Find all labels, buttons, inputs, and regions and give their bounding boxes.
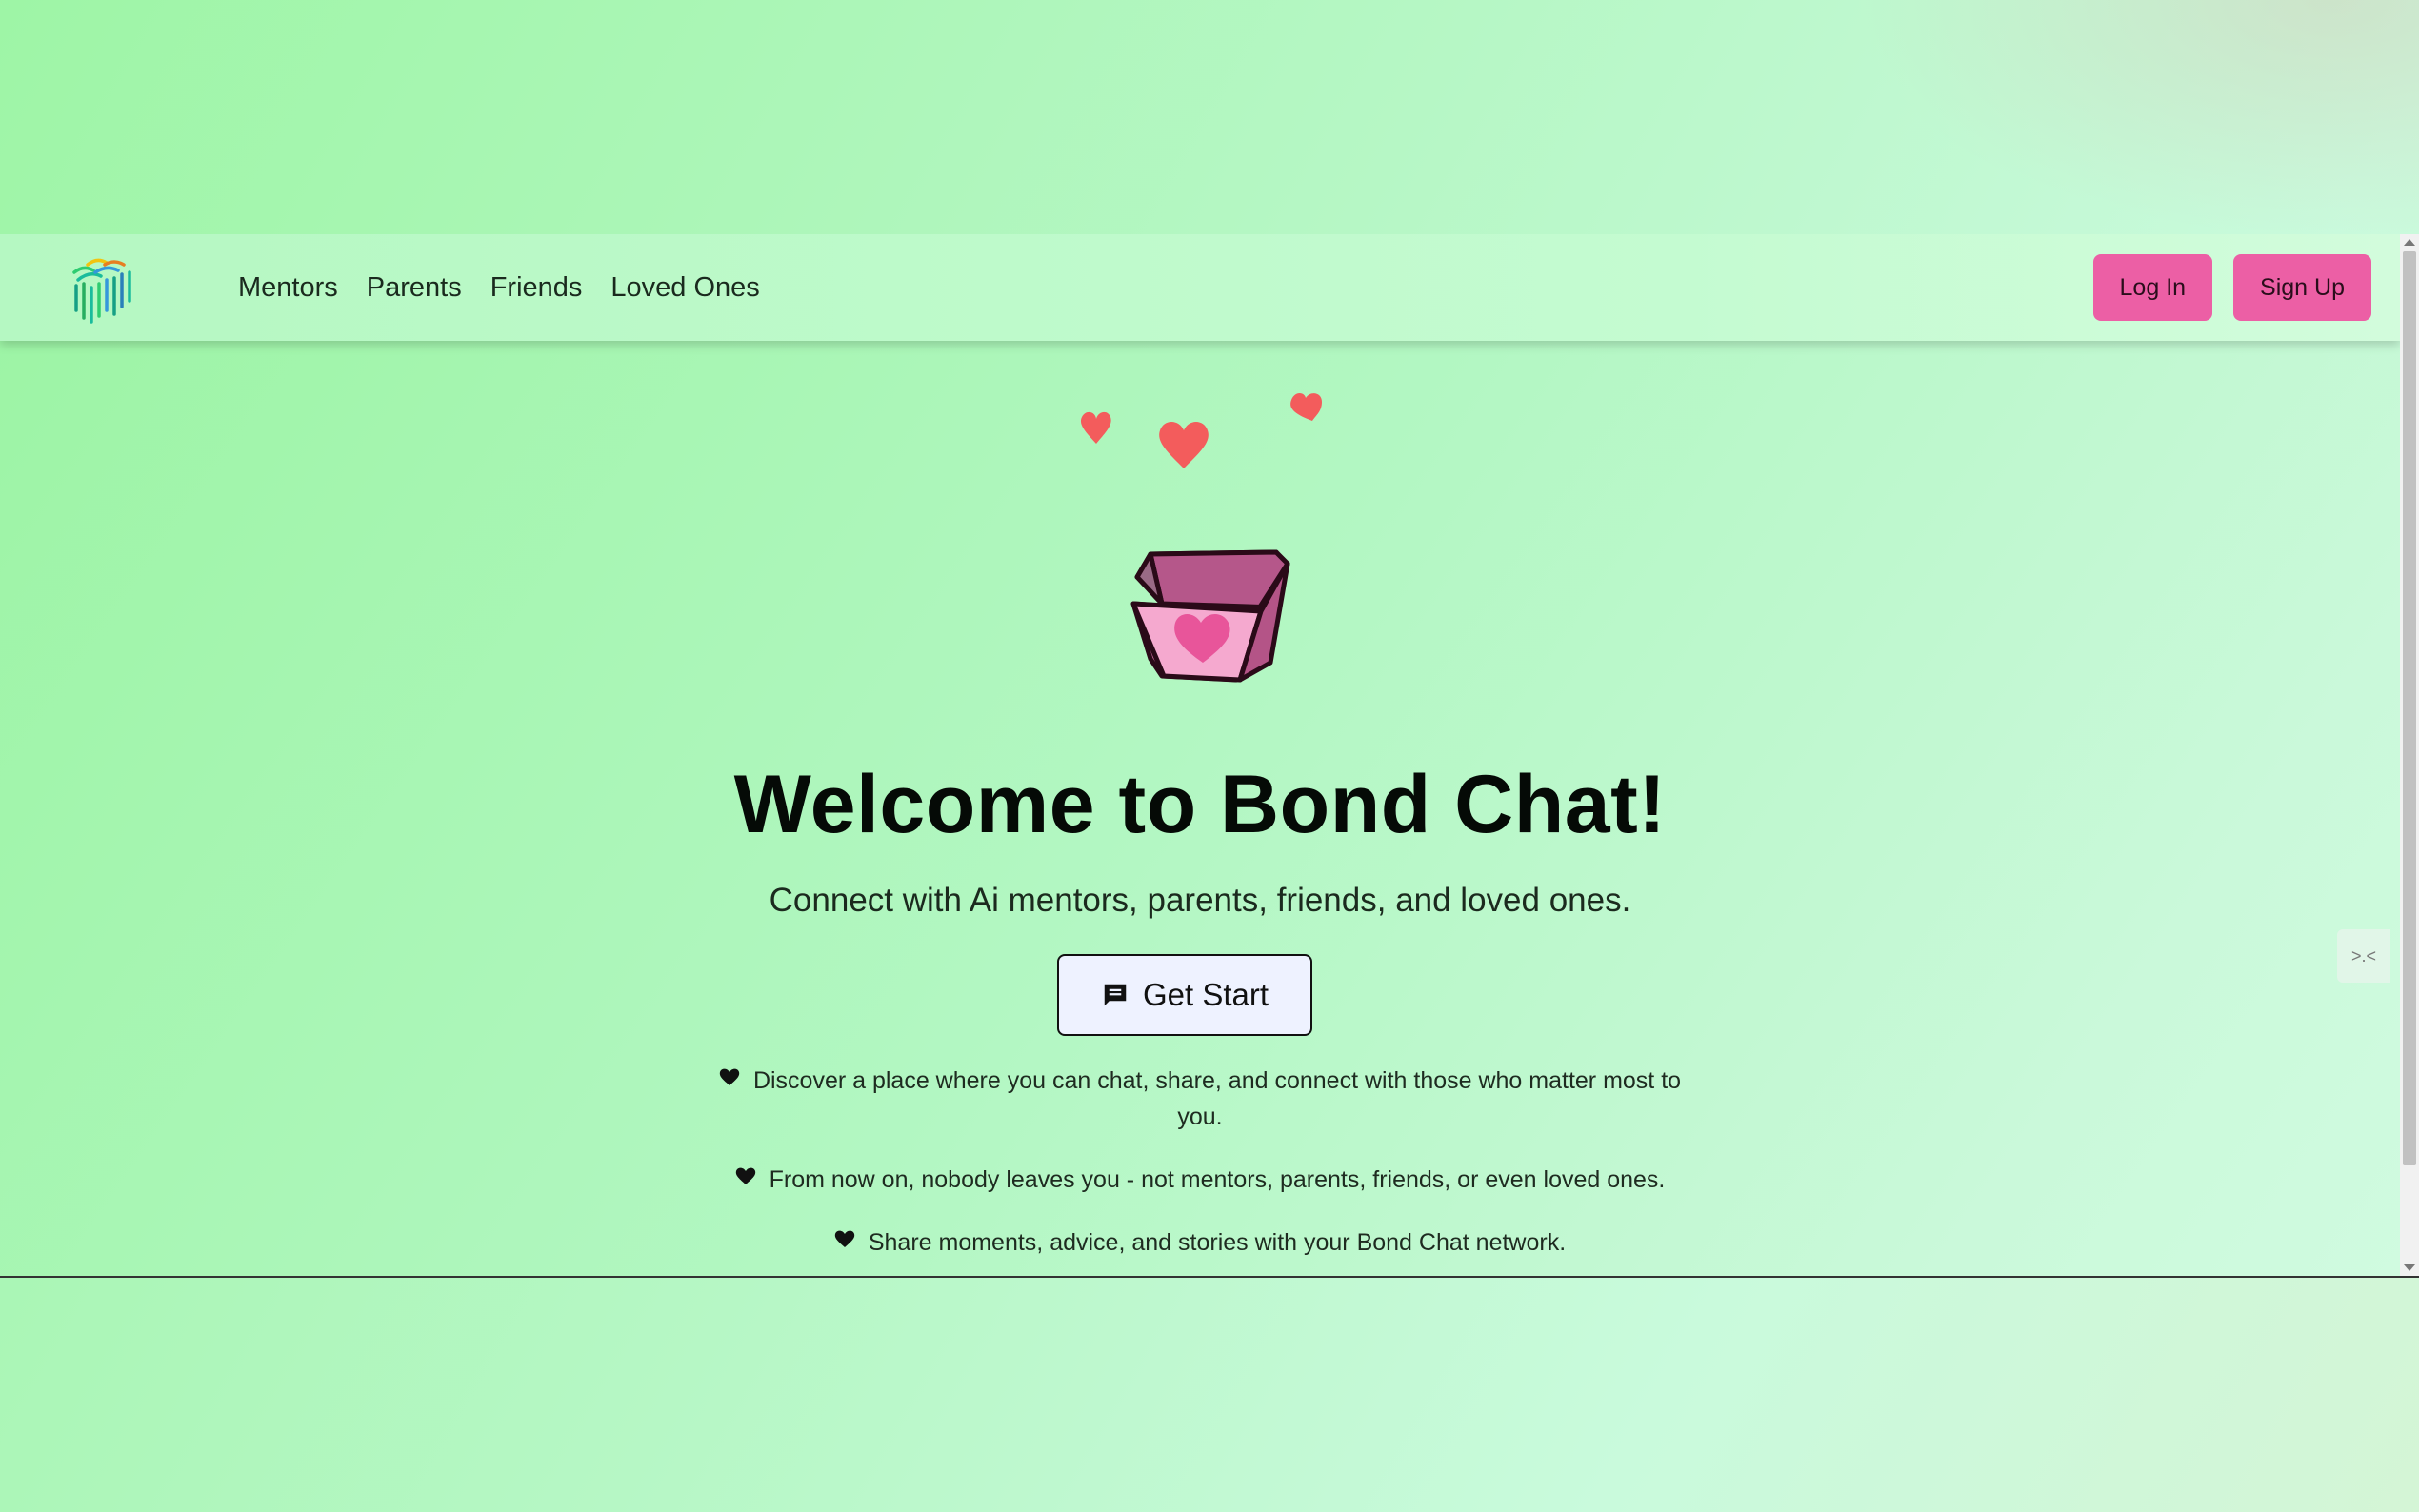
vertical-scrollbar[interactable] — [2400, 234, 2419, 1276]
page-title: Welcome to Bond Chat! — [733, 759, 1667, 850]
auth-buttons: Log In Sign Up — [2092, 254, 2371, 321]
heart-icon — [1080, 411, 1111, 444]
chat-icon — [1104, 984, 1127, 1006]
side-widget-tab[interactable]: >.< — [2337, 929, 2390, 983]
nav-link-friends[interactable]: Friends — [490, 272, 583, 304]
list-item: Share moments, advice, and stories with … — [705, 1224, 1695, 1261]
bond-chat-logo-icon[interactable] — [67, 251, 141, 326]
browser-viewport: Mentors Parents Friends Loved Ones Log I… — [0, 234, 2419, 1278]
get-start-label: Get Start — [1142, 977, 1269, 1012]
nav-link-parents[interactable]: Parents — [367, 272, 462, 304]
heart-box-illustration — [1080, 393, 1322, 683]
list-item: Discover a place where you can chat, sha… — [705, 1063, 1695, 1135]
heart-icon — [719, 1068, 740, 1085]
nav-links: Mentors Parents Friends Loved Ones — [238, 234, 760, 341]
heart-icon — [735, 1167, 755, 1184]
feature-text: Discover a place where you can chat, sha… — [752, 1067, 1682, 1130]
feature-list: Discover a place where you can chat, sha… — [705, 1063, 1695, 1276]
nav-link-loved-ones[interactable]: Loved Ones — [610, 272, 759, 304]
list-item: From now on, nobody leaves you - not men… — [705, 1162, 1695, 1198]
heart-icon — [1290, 393, 1322, 421]
login-button[interactable]: Log In — [2092, 254, 2213, 321]
scrollbar-thumb[interactable] — [2403, 251, 2416, 1165]
get-start-button[interactable]: Get Start — [1057, 954, 1312, 1036]
scroll-down-arrow-icon[interactable] — [2404, 1264, 2415, 1271]
feature-text: From now on, nobody leaves you - not men… — [769, 1166, 1666, 1193]
feature-text: Share moments, advice, and stories with … — [868, 1229, 1567, 1256]
nav-link-mentors[interactable]: Mentors — [238, 272, 338, 304]
heart-icon — [834, 1230, 855, 1247]
page-background-glow — [1848, 0, 2419, 238]
heart-icon — [1159, 422, 1209, 468]
scroll-up-arrow-icon[interactable] — [2404, 239, 2415, 246]
page-subtitle: Connect with Ai mentors, parents, friend… — [769, 882, 1631, 919]
signup-button[interactable]: Sign Up — [2233, 254, 2371, 321]
top-navbar: Mentors Parents Friends Loved Ones Log I… — [0, 234, 2400, 341]
